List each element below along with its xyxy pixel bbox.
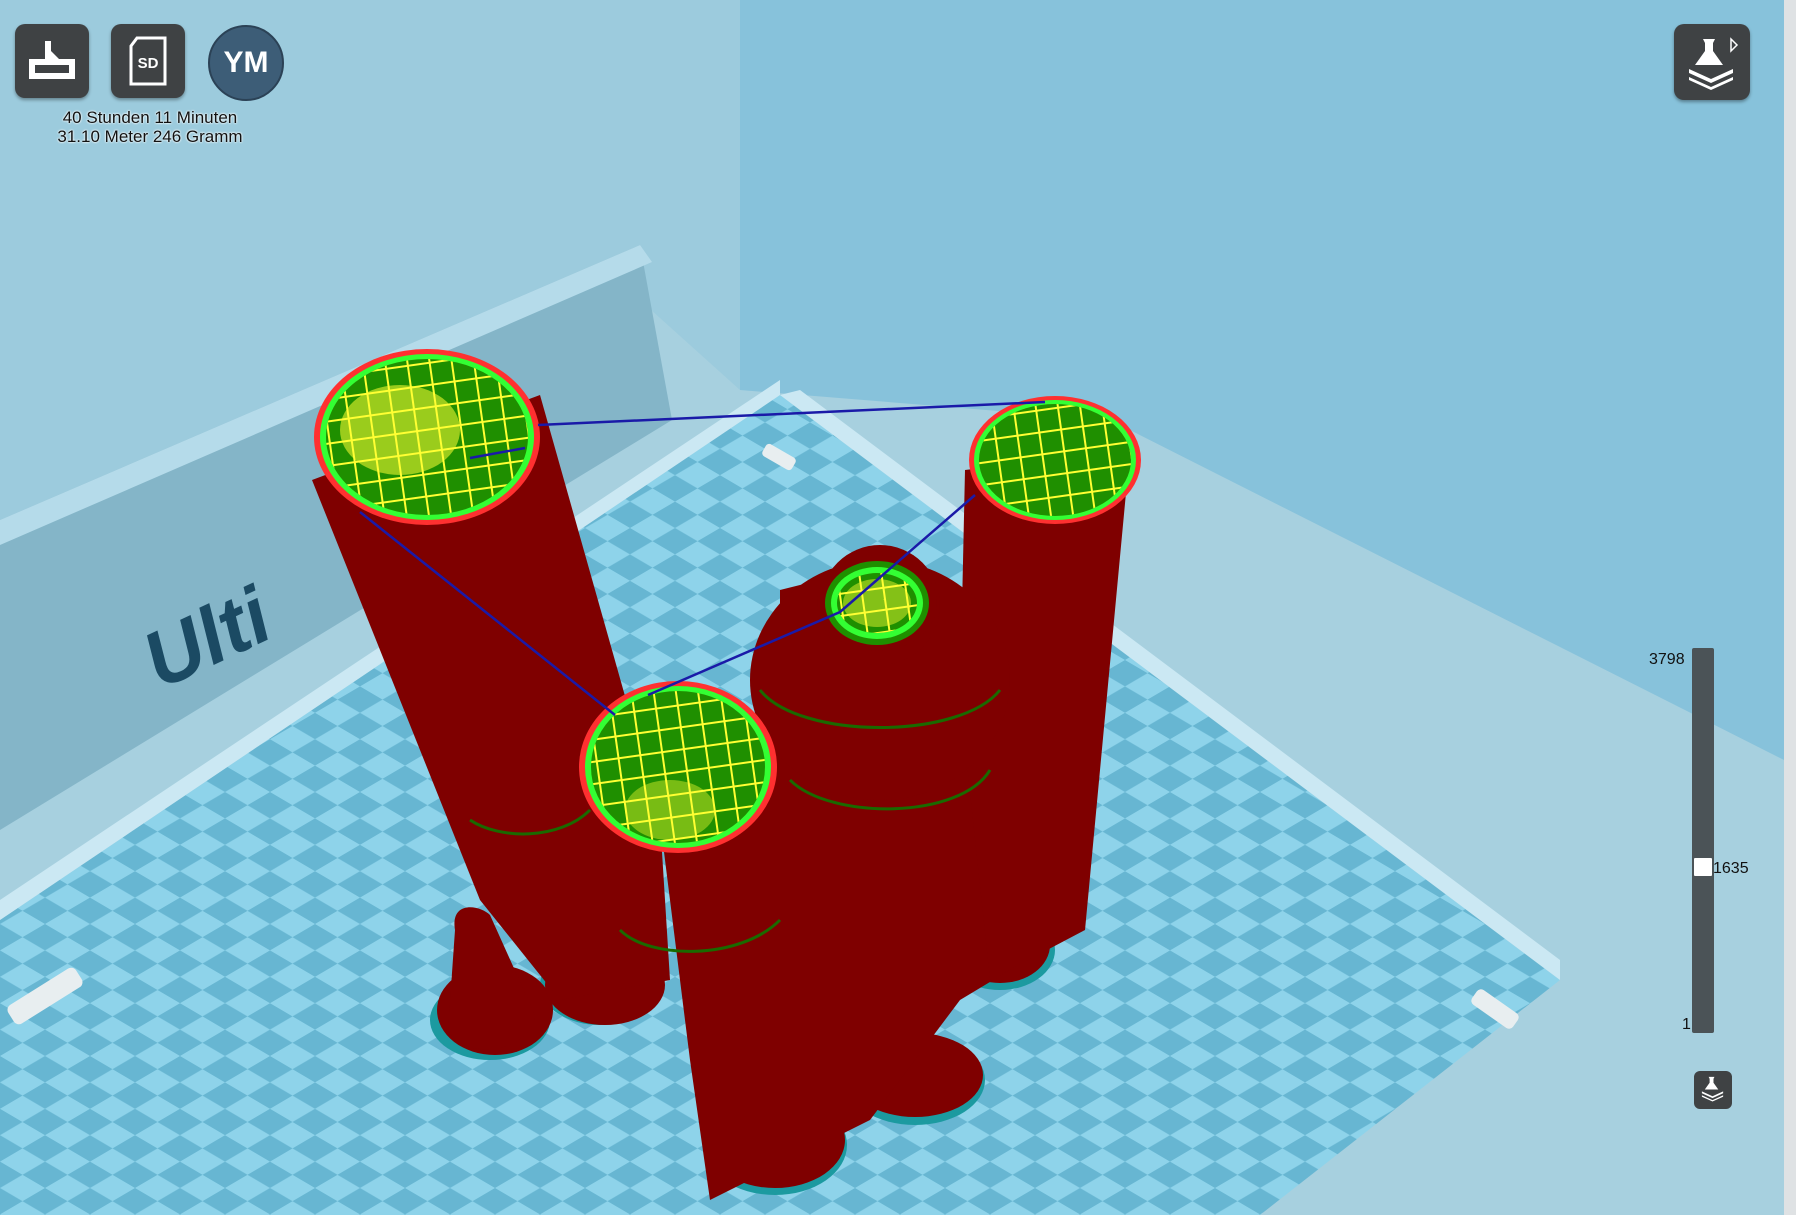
layer-view-small-icon bbox=[1699, 1074, 1727, 1107]
print-material: 31.10 Meter 246 Gramm bbox=[57, 127, 243, 146]
print-estimate: 40 Stunden 11 Minuten 31.10 Meter 246 Gr… bbox=[30, 108, 270, 146]
save-to-sd-button[interactable]: SD bbox=[111, 24, 185, 98]
print-time: 40 Stunden 11 Minuten bbox=[62, 108, 238, 127]
top-layer-right bbox=[969, 396, 1141, 524]
sd-label: SD bbox=[138, 55, 159, 72]
3d-build-scene[interactable]: Ulti bbox=[0, 0, 1796, 1215]
layer-view-icon bbox=[1683, 33, 1741, 91]
machine-selector-button[interactable]: YM bbox=[207, 24, 285, 102]
print-button[interactable] bbox=[15, 24, 89, 98]
cura-viewport[interactable]: Ulti SD YM 40 Stunden 11 Minuten 31.10 M… bbox=[0, 0, 1796, 1215]
layer-slider[interactable] bbox=[1692, 648, 1714, 1033]
machine-initials: YM bbox=[208, 25, 284, 101]
layer-view-toggle-button[interactable] bbox=[1694, 1071, 1732, 1109]
sd-card-icon: SD bbox=[129, 36, 167, 86]
printer-icon bbox=[25, 37, 79, 85]
window-edge bbox=[1784, 0, 1796, 1215]
top-layer-left bbox=[314, 349, 540, 525]
top-layer-front bbox=[579, 681, 777, 853]
view-mode-button[interactable] bbox=[1674, 24, 1750, 100]
layer-current-label: 1635 bbox=[1713, 860, 1749, 878]
layer-min-label: 1 bbox=[1682, 1016, 1691, 1033]
layer-max-label: 3798 bbox=[1649, 651, 1685, 668]
top-layer-center bbox=[817, 555, 937, 651]
layer-slider-handle[interactable] bbox=[1694, 858, 1712, 877]
